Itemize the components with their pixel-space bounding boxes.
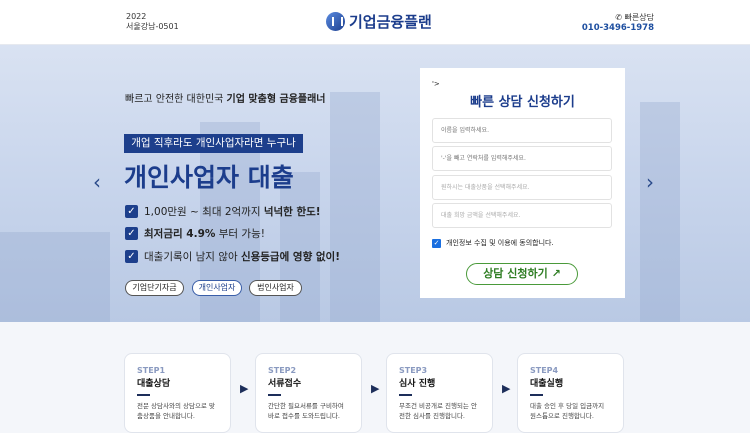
tagline: 빠르고 안전한 대한민국 기업 맞춤형 금융플래너 — [125, 94, 326, 105]
submit-button[interactable]: 상담 신청하기 ↗ — [466, 263, 578, 285]
pill-corporation[interactable]: 법인사업자 — [249, 280, 302, 296]
form-mark: '> — [432, 80, 440, 88]
check-icon: ✓ — [125, 227, 138, 240]
step-card: STEP2 서류접수 간단한 필요서류를 구비하여 바로 접수를 도와드립니다. — [255, 353, 362, 433]
phone-input[interactable] — [432, 146, 612, 171]
next-slide-icon[interactable]: › — [646, 170, 654, 194]
contact-label: 빠른상담 — [624, 13, 654, 22]
phone-number[interactable]: 010-3496-1978 — [582, 23, 654, 34]
arrow-right-icon: ▶ — [502, 382, 511, 395]
privacy-agree[interactable]: ✓ 개인정보 수집 및 이용에 동의합니다. — [432, 238, 554, 248]
hero-label: 개업 직후라도 개인사업자라면 누구나 — [124, 134, 303, 153]
contact-info[interactable]: ✆ 빠른상담 010-3496-1978 — [582, 12, 654, 34]
amount-select[interactable]: 대출 희망 금액을 선택해주세요. — [432, 203, 612, 228]
step-card: STEP3 심사 진행 무조건 비공개로 진행되는 안전한 심사를 진행합니다. — [386, 353, 493, 433]
check-icon: ✓ — [125, 250, 138, 263]
arrow-right-icon: ▶ — [371, 382, 380, 395]
pill-corporate-short-term[interactable]: 기업단기자금 — [125, 280, 184, 296]
agree-checkbox[interactable]: ✓ — [432, 238, 441, 248]
feature-item: ✓ 대출기록이 남지 않아 신용등급에 영향 없이! — [125, 249, 340, 264]
agree-label: 개인정보 수집 및 이용에 동의합니다. — [446, 239, 554, 247]
pill-sole-proprietor[interactable]: 개인사업자 — [192, 280, 242, 296]
feature-item: ✓ 최저금리 4.9% 부터 가능! — [125, 226, 265, 241]
hero-title: 개인사업자 대출 — [124, 163, 294, 192]
name-input[interactable] — [432, 118, 612, 143]
logo[interactable]: 기업금융플랜 — [326, 11, 432, 32]
arrow-right-icon: ▶ — [240, 382, 249, 395]
prev-slide-icon[interactable]: ‹ — [93, 170, 101, 194]
feature-item: ✓ 1,00만원 ~ 최대 2억까지 넉넉한 한도! — [125, 204, 321, 219]
registration-info: 2022 서울강남-0501 — [126, 12, 179, 32]
step-card: STEP1 대출상담 전문 상담사와의 상담으로 맞춤상품을 안내합니다. — [124, 353, 231, 433]
site-header: 2022 서울강남-0501 기업금융플랜 ✆ 빠른상담 010-3496-19… — [0, 0, 750, 45]
phone-icon: ✆ — [615, 13, 625, 22]
reg-year: 2022 — [126, 12, 147, 21]
product-select[interactable]: 원하시는 대출상품을 선택해주세요. — [432, 175, 612, 200]
logo-icon — [326, 12, 345, 31]
reg-number: 서울강남-0501 — [126, 22, 179, 31]
form-title: 빠른 상담 신청하기 — [470, 95, 575, 110]
consult-form: '> 빠른 상담 신청하기 원하시는 대출상품을 선택해주세요. 대출 희망 금… — [420, 68, 625, 298]
logo-text: 기업금융플랜 — [349, 13, 432, 31]
step-card: STEP4 대출실행 대출 승인 후 당일 입금까지 원스톱으로 진행합니다. — [517, 353, 624, 433]
check-icon: ✓ — [125, 205, 138, 218]
hero-banner — [0, 45, 750, 322]
